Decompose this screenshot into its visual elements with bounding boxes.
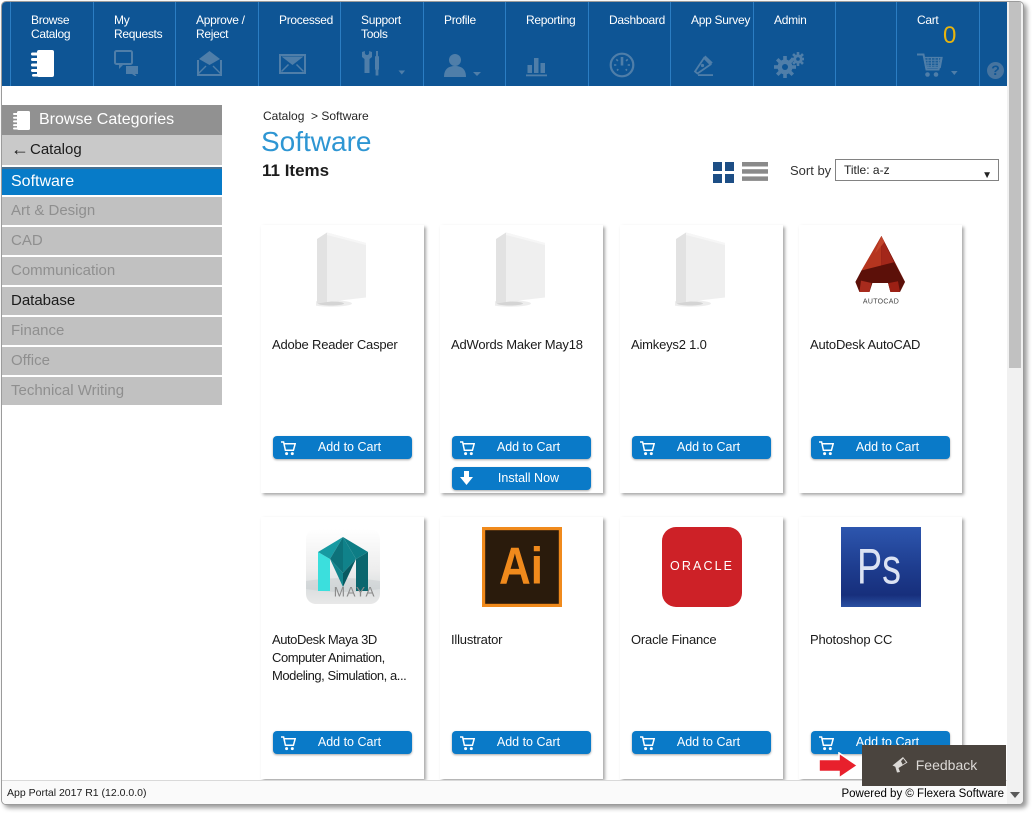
svg-text:Ps: Ps (857, 539, 901, 595)
svg-text:ORACLE: ORACLE (670, 559, 734, 573)
svg-text:AUTOCAD: AUTOCAD (862, 299, 898, 306)
svg-text:Ai: Ai (499, 538, 543, 596)
svg-text:MAYA: MAYA (333, 585, 375, 600)
